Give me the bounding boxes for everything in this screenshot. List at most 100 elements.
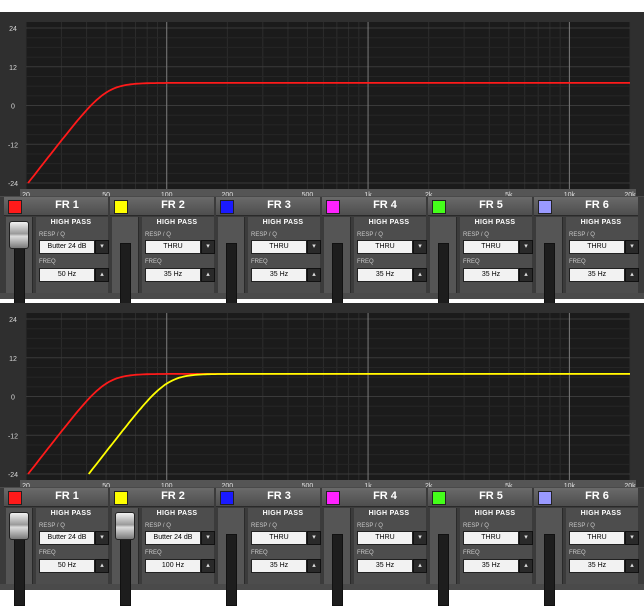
x-tick-label: 50 [102, 483, 110, 487]
channel-header[interactable]: FR 3 [216, 488, 320, 507]
fader[interactable] [6, 217, 33, 315]
resp-select[interactable]: THRU [145, 240, 201, 254]
x-tick-label: 200 [221, 483, 233, 487]
resp-select[interactable]: THRU [357, 240, 413, 254]
resp-dropdown-button[interactable]: ▾ [625, 240, 639, 254]
resp-select[interactable]: THRU [569, 531, 625, 545]
resp-dropdown-button[interactable]: ▾ [201, 531, 215, 545]
freq-label: FREQ [357, 259, 374, 265]
channel-fr4: FR 4 HIGH PASS RESP / Q THRU ▾ FREQ 35 Hz ▴ [322, 197, 427, 315]
high-pass-label: HIGH PASS [474, 510, 516, 517]
fader[interactable] [324, 508, 351, 606]
freq-input[interactable]: 35 Hz [357, 559, 413, 573]
fader[interactable] [112, 217, 139, 315]
fader[interactable] [6, 508, 33, 606]
x-tick-label: 500 [302, 192, 314, 196]
fader[interactable] [536, 508, 563, 606]
freq-input[interactable]: 50 Hz [39, 268, 95, 282]
resp-q-label: RESP / Q [251, 523, 277, 529]
channel-header[interactable]: FR 3 [216, 197, 320, 216]
fader-track [14, 534, 25, 606]
freq-spin-button[interactable]: ▴ [307, 559, 321, 573]
x-tick-label: 20 [22, 483, 30, 487]
freq-spin-button[interactable]: ▴ [413, 268, 427, 282]
freq-spin-button[interactable]: ▴ [519, 268, 533, 282]
fader-track [120, 534, 131, 606]
resp-select[interactable]: Butter 24 dB [39, 240, 95, 254]
freq-input[interactable]: 35 Hz [463, 559, 519, 573]
channel-header[interactable]: FR 5 [428, 197, 532, 216]
channel-header[interactable]: FR 2 [110, 197, 214, 216]
freq-spin-button[interactable]: ▴ [201, 268, 215, 282]
resp-dropdown-button[interactable]: ▾ [413, 531, 427, 545]
resp-select[interactable]: THRU [569, 240, 625, 254]
channel-header[interactable]: FR 2 [110, 488, 214, 507]
resp-select[interactable]: Butter 24 dB [39, 531, 95, 545]
freq-label: FREQ [251, 550, 268, 556]
channel-header[interactable]: FR 6 [534, 197, 638, 216]
freq-input[interactable]: 35 Hz [251, 559, 307, 573]
resp-dropdown-button[interactable]: ▾ [95, 240, 109, 254]
channel-header[interactable]: FR 4 [322, 197, 426, 216]
fader[interactable] [430, 508, 457, 606]
channel-header[interactable]: FR 1 [4, 197, 108, 216]
fader[interactable] [112, 508, 139, 606]
resp-select[interactable]: THRU [357, 531, 413, 545]
freq-spin-button[interactable]: ▴ [95, 559, 109, 573]
channel-header[interactable]: FR 6 [534, 488, 638, 507]
resp-dropdown-button[interactable]: ▾ [519, 531, 533, 545]
freq-input[interactable]: 35 Hz [569, 559, 625, 573]
freq-input[interactable]: 35 Hz [145, 268, 201, 282]
resp-select[interactable]: THRU [463, 531, 519, 545]
channel-header[interactable]: FR 5 [428, 488, 532, 507]
resp-select[interactable]: THRU [251, 240, 307, 254]
resp-dropdown-button[interactable]: ▾ [307, 531, 321, 545]
resp-q-label: RESP / Q [39, 232, 65, 238]
fader-knob[interactable] [9, 512, 29, 540]
resp-dropdown-button[interactable]: ▾ [519, 240, 533, 254]
fader-knob[interactable] [115, 512, 135, 540]
channel-name: FR 6 [585, 490, 609, 502]
fader[interactable] [430, 217, 457, 315]
fader[interactable] [324, 217, 351, 315]
channel-header[interactable]: FR 4 [322, 488, 426, 507]
freq-spin-button[interactable]: ▴ [307, 268, 321, 282]
color-swatch [432, 200, 446, 214]
frequency-response-graph[interactable]: 24 12 0 -12 -24 20 50 100 200 500 1k 2k 5k 10k 20k [0, 303, 644, 487]
freq-spin-button[interactable]: ▴ [625, 559, 639, 573]
freq-spin-button[interactable]: ▴ [201, 559, 215, 573]
resp-dropdown-button[interactable]: ▾ [201, 240, 215, 254]
resp-dropdown-button[interactable]: ▾ [625, 531, 639, 545]
freq-input[interactable]: 35 Hz [251, 268, 307, 282]
channel-header[interactable]: FR 1 [4, 488, 108, 507]
fader-knob[interactable] [9, 221, 29, 249]
fader[interactable] [218, 508, 245, 606]
color-swatch [114, 491, 128, 505]
freq-input[interactable]: 50 Hz [39, 559, 95, 573]
frequency-response-graph[interactable]: 24 12 0 -12 -24 20 50 100 200 500 1k 2k 5k 10k 20k [0, 12, 644, 196]
resp-dropdown-button[interactable]: ▾ [95, 531, 109, 545]
x-tick-label: 1k [364, 192, 372, 196]
freq-input[interactable]: 35 Hz [569, 268, 625, 282]
freq-input[interactable]: 35 Hz [357, 268, 413, 282]
resp-select[interactable]: Butter 24 dB [145, 531, 201, 545]
freq-input[interactable]: 100 Hz [145, 559, 201, 573]
high-pass-label: HIGH PASS [156, 219, 198, 226]
fader-track [226, 534, 237, 606]
freq-spin-button[interactable]: ▴ [519, 559, 533, 573]
resp-dropdown-button[interactable]: ▾ [413, 240, 427, 254]
channel-name: FR 5 [479, 199, 503, 211]
resp-select[interactable]: THRU [251, 531, 307, 545]
freq-spin-button[interactable]: ▴ [413, 559, 427, 573]
fader[interactable] [536, 217, 563, 315]
freq-spin-button[interactable]: ▴ [625, 268, 639, 282]
resp-select[interactable]: THRU [463, 240, 519, 254]
freq-spin-button[interactable]: ▴ [95, 268, 109, 282]
freq-label: FREQ [39, 550, 56, 556]
resp-dropdown-button[interactable]: ▾ [307, 240, 321, 254]
x-tick-label: 10k [564, 483, 576, 487]
fader[interactable] [218, 217, 245, 315]
y-tick-label: -12 [8, 433, 18, 440]
freq-input[interactable]: 35 Hz [463, 268, 519, 282]
channel-fr1: FR 1 HIGH PASS RESP / Q Butter 24 dB ▾ FREQ 50… [4, 197, 109, 315]
